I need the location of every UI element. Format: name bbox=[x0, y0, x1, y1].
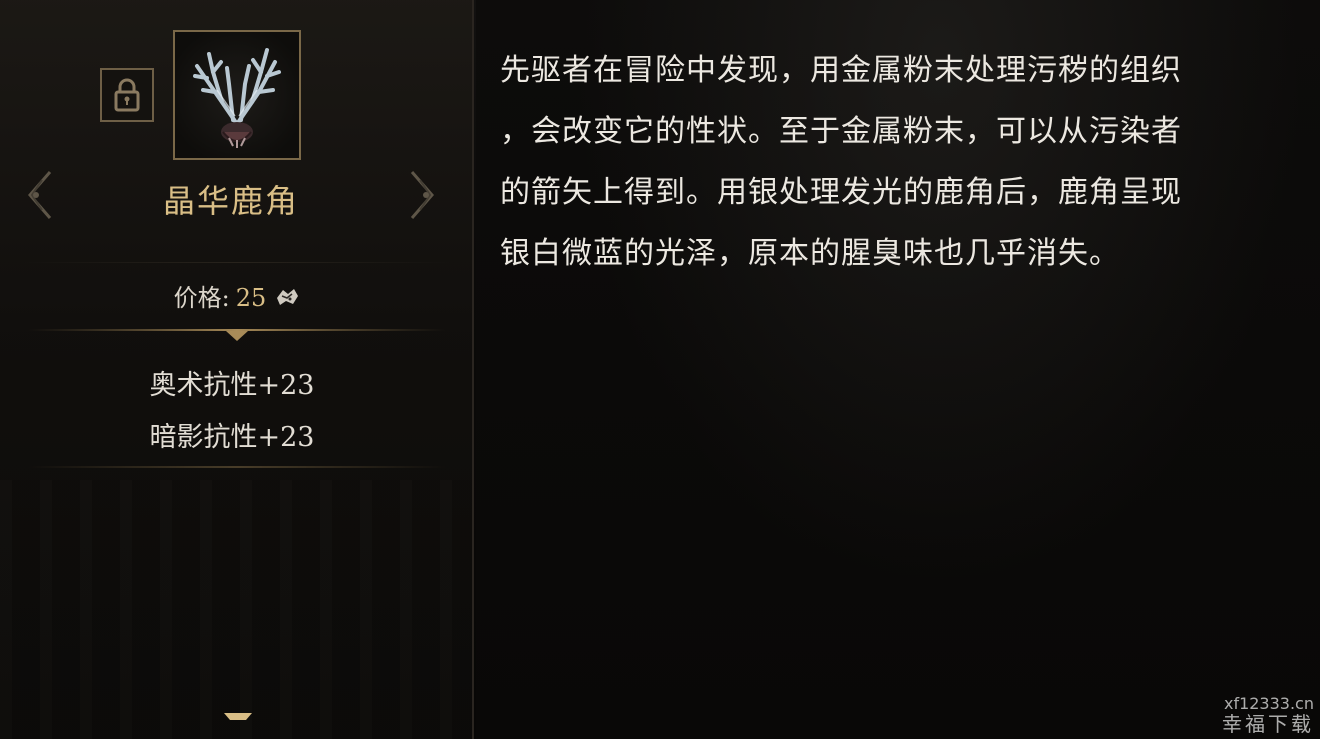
watermark-url: xf12333.cn bbox=[1223, 694, 1314, 713]
stat-line: 奥术抗性+23 bbox=[149, 370, 315, 401]
stat-line: 暗影抗性+23 bbox=[149, 422, 315, 453]
description-panel: 先驱者在冒险中发现，用金属粉末处理污秽的组织 ，会改变它的性状。至于金属粉末，可… bbox=[476, 0, 1320, 739]
item-info-panel: 晶华鹿角 价格: 25 奥术抗性+23 暗影抗性+23 bbox=[0, 0, 474, 739]
crystal-antler-icon bbox=[193, 48, 281, 148]
item-name: 晶华鹿角 bbox=[162, 182, 299, 220]
item-icon-slot[interactable] bbox=[173, 30, 301, 160]
watermark-name: 幸福下载 bbox=[1222, 712, 1314, 736]
price-row: 价格: 25 bbox=[0, 278, 472, 313]
price-divider bbox=[28, 329, 446, 341]
price-value: 25 bbox=[235, 284, 267, 312]
name-section-divider bbox=[22, 262, 452, 263]
price-label: 价格: bbox=[173, 284, 230, 312]
lock-toggle-button[interactable] bbox=[100, 68, 154, 122]
stats-list: 奥术抗性+23 暗影抗性+23 bbox=[0, 360, 464, 464]
item-description: 先驱者在冒险中发现，用金属粉末处理污秽的组织 ，会改变它的性状。至于金属粉末，可… bbox=[500, 53, 1182, 271]
site-watermark: xf12333.cn 幸福下载 bbox=[1222, 694, 1314, 736]
stats-divider bbox=[28, 466, 446, 468]
item-detail-screen: 晶华鹿角 价格: 25 奥术抗性+23 暗影抗性+23 先驱者在冒险中发现，用金… bbox=[0, 0, 1320, 739]
scroll-down-icon[interactable] bbox=[224, 713, 252, 725]
panel-background-texture bbox=[0, 480, 472, 739]
coin-icon bbox=[277, 289, 299, 305]
item-name-row: 晶华鹿角 bbox=[22, 168, 440, 222]
right-ornament-icon bbox=[410, 171, 434, 219]
lock-icon bbox=[114, 78, 140, 112]
